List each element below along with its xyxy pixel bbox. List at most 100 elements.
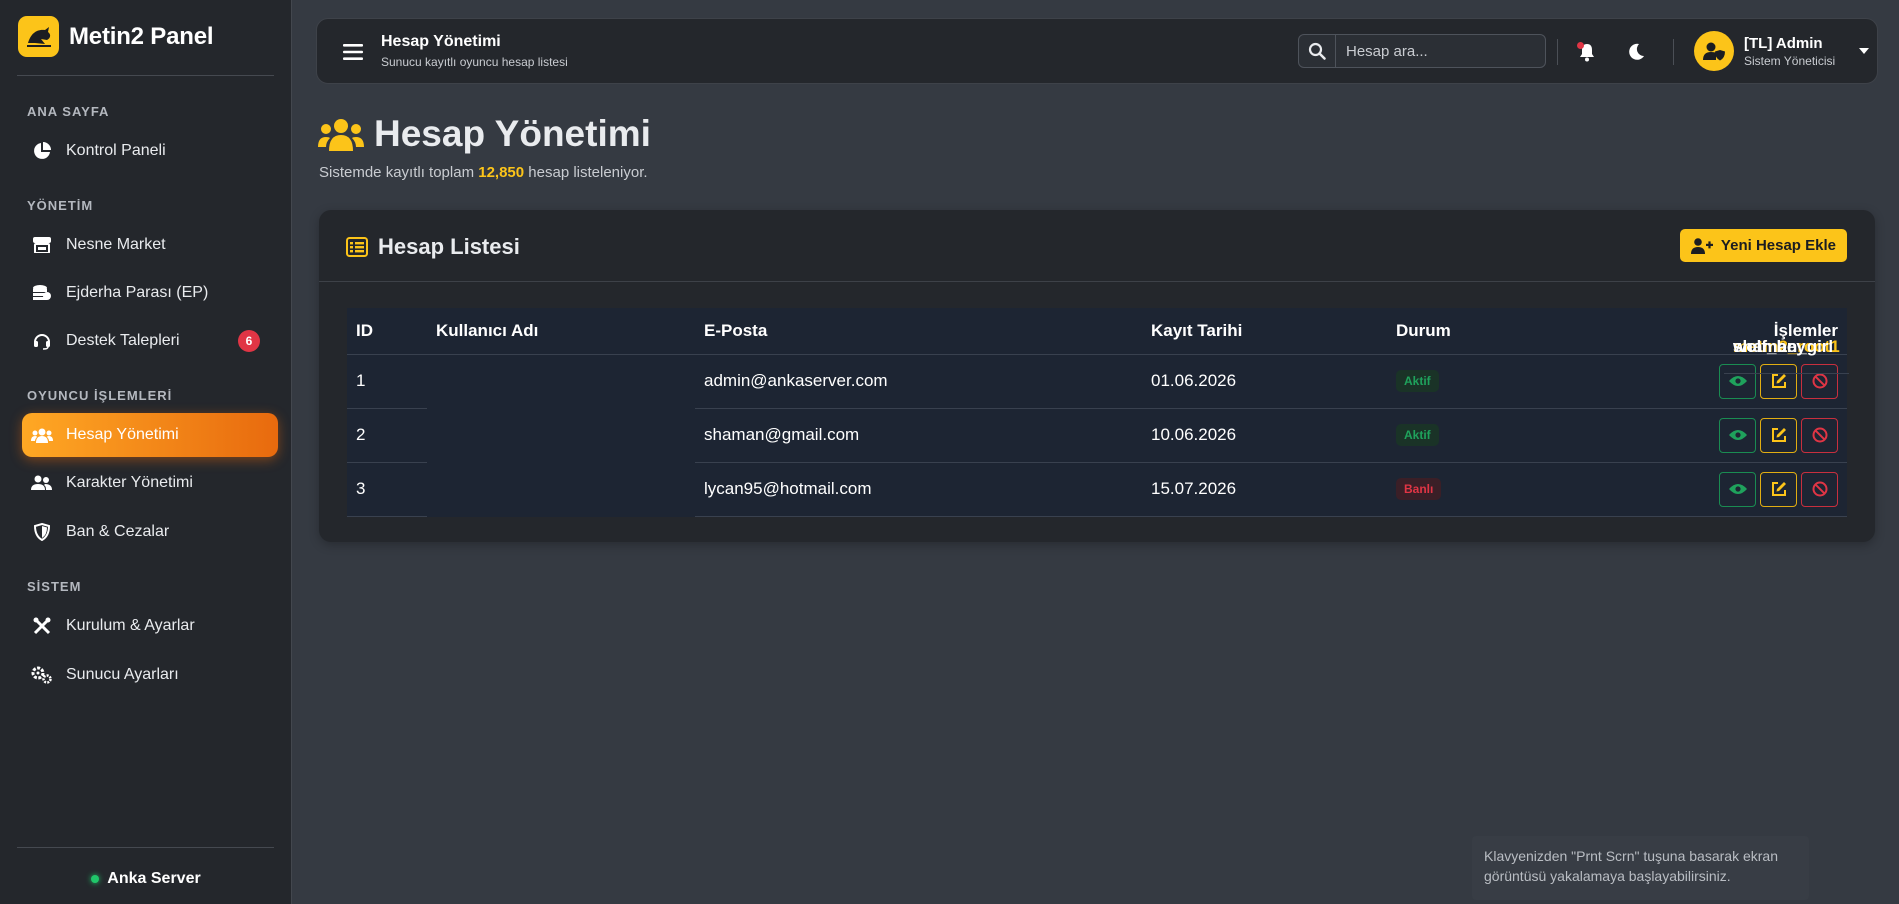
user-info: [TL] Admin Sistem Yöneticisi: [1744, 35, 1835, 68]
sidebar-item-ep[interactable]: Ejderha Parası (EP): [22, 271, 278, 315]
top-header: Hesap Yönetimi Sunucu kayıtlı oyuncu hes…: [316, 18, 1878, 84]
brand[interactable]: Metin2 Panel: [18, 16, 214, 57]
sidebar: Metin2 Panel ANA SAYFA Kontrol Paneli YÖ…: [0, 0, 292, 904]
cell-date: 10.06.2026: [1142, 408, 1387, 463]
user-menu[interactable]: [TL] Admin Sistem Yöneticisi: [1694, 31, 1870, 71]
column-header: ID: [347, 308, 427, 355]
nav-section-title: ANA SAYFA: [27, 104, 110, 119]
sidebar-item-label: Karakter Yönetimi: [66, 474, 193, 491]
user-plus-icon: [1690, 237, 1713, 254]
page-subtitle: Sistemde kayıtlı toplam 12,850 hesap lis…: [319, 164, 648, 181]
notification-dot: [1577, 42, 1584, 49]
dragon-logo-icon: [18, 16, 59, 57]
cell-actions: [1617, 408, 1847, 463]
subtitle-text: Sistemde kayıtlı toplam: [319, 164, 475, 181]
sidebar-item-setup[interactable]: Kurulum & Ayarlar: [22, 604, 278, 648]
account-list-card: Hesap Listesi Yeni Hesap Ekle ID Kullanı…: [319, 210, 1875, 542]
column-header: E-Posta: [695, 308, 1142, 355]
cell-id: 3: [347, 462, 427, 517]
sidebar-item-label: Nesne Market: [66, 236, 166, 253]
divider: [319, 281, 1875, 282]
search-box: [1298, 34, 1546, 68]
search-button[interactable]: [1299, 35, 1336, 67]
divider: [1557, 39, 1558, 65]
user-friends-icon: [30, 473, 54, 493]
eye-icon: [1728, 484, 1747, 494]
edit-button[interactable]: [1760, 471, 1797, 507]
cell-status: Aktif: [1387, 408, 1617, 463]
ban-icon: [1812, 373, 1827, 389]
sidebar-item-accounts[interactable]: Hesap Yönetimi: [22, 413, 278, 457]
sidebar-item-characters[interactable]: Karakter Yönetimi: [22, 461, 278, 505]
users-icon: [318, 119, 364, 151]
users-icon: [30, 425, 54, 445]
cell-id: 1: [347, 354, 427, 409]
column-header: Kullanıcı Adı: [427, 308, 695, 355]
cell-email: lycan95@hotmail.com: [695, 462, 1142, 517]
cell-id: 2: [347, 408, 427, 463]
cell-status: Aktif: [1387, 354, 1617, 409]
shield-icon: [30, 522, 54, 542]
table-row: 3 wolf_bey lycan95@hotmail.com 15.07.202…: [347, 337, 1847, 517]
store-icon: [30, 235, 54, 255]
sidebar-item-bans[interactable]: Ban & Cezalar: [22, 510, 278, 554]
user-role: Sistem Yöneticisi: [1744, 53, 1836, 68]
server-status: Anka Server: [0, 870, 292, 888]
cell-date: 15.07.2026: [1142, 462, 1387, 517]
chart-pie-icon: [30, 141, 54, 161]
nav-section-title: YÖNETİM: [27, 198, 94, 213]
divider: [1673, 39, 1674, 65]
ban-button[interactable]: [1801, 471, 1838, 507]
cell-status: Banlı: [1387, 462, 1617, 517]
nav-section-title: OYUNCU İŞLEMLERİ: [27, 388, 173, 403]
tools-icon: [30, 616, 54, 636]
divider: [17, 75, 274, 76]
sidebar-item-support[interactable]: Destek Talepleri 6: [22, 319, 278, 363]
edit-button[interactable]: [1760, 417, 1797, 453]
view-button[interactable]: [1719, 471, 1756, 507]
table-row: 2 shaman_girl shaman@gmail.com 10.06.202…: [347, 337, 1847, 463]
table-row: 1 metin2_root1 admin@ankaserver.com 01.0…: [347, 337, 1849, 409]
ban-icon: [1812, 481, 1827, 497]
server-name: Anka Server: [107, 870, 201, 887]
header-subtitle: Sunucu kayıtlı oyuncu hesap listesi: [381, 55, 568, 69]
cell-email: shaman@gmail.com: [695, 408, 1142, 463]
sidebar-item-server-settings[interactable]: Sunucu Ayarları: [22, 653, 278, 697]
ban-icon: [1812, 427, 1827, 443]
brand-name: Metin2 Panel: [69, 22, 214, 50]
header-title: Hesap Yönetimi: [381, 33, 501, 50]
eye-icon: [1728, 430, 1747, 440]
column-header: Kayıt Tarihi: [1142, 308, 1387, 355]
search-icon: [1308, 42, 1326, 60]
edit-icon: [1771, 428, 1786, 442]
sidebar-item-label: Kontrol Paneli: [66, 142, 166, 159]
sidebar-item-label: Ejderha Parası (EP): [66, 284, 209, 301]
search-input[interactable]: [1336, 35, 1545, 67]
hamburger-menu-icon[interactable]: [341, 40, 365, 64]
notification-badge: 6: [238, 330, 260, 352]
notifications-button[interactable]: [1574, 39, 1600, 65]
total-accounts-count: 12,850: [478, 164, 525, 181]
status-badge: Aktif: [1396, 424, 1439, 446]
ban-button[interactable]: [1801, 417, 1838, 453]
sidebar-item-label: Destek Talepleri: [66, 332, 180, 349]
edit-icon: [1771, 374, 1786, 388]
sidebar-item-dashboard[interactable]: Kontrol Paneli: [22, 129, 278, 173]
column-header: Durum: [1387, 308, 1617, 355]
user-shield-icon: [1694, 31, 1734, 71]
add-account-label: Yeni Hesap Ekle: [1720, 237, 1836, 254]
caret-down-icon: [1859, 48, 1870, 54]
table-header-row: ID Kullanıcı Adı E-Posta Kayıt Tarihi Du…: [347, 308, 1847, 355]
view-button[interactable]: [1719, 417, 1756, 453]
sidebar-item-market[interactable]: Nesne Market: [22, 223, 278, 267]
subtitle-text: hesap listeleniyor.: [528, 164, 648, 181]
theme-toggle-button[interactable]: [1623, 39, 1649, 65]
divider: [17, 847, 274, 848]
cogs-icon: [30, 665, 54, 685]
cell-username[interactable]: wolf_bey: [1724, 320, 1815, 374]
add-account-button[interactable]: Yeni Hesap Ekle: [1679, 229, 1847, 262]
sidebar-item-label: Hesap Yönetimi: [66, 426, 179, 443]
card-title: Hesap Listesi: [346, 234, 520, 260]
user-name: [TL] Admin: [1744, 34, 1823, 52]
online-status-icon: [91, 875, 100, 883]
